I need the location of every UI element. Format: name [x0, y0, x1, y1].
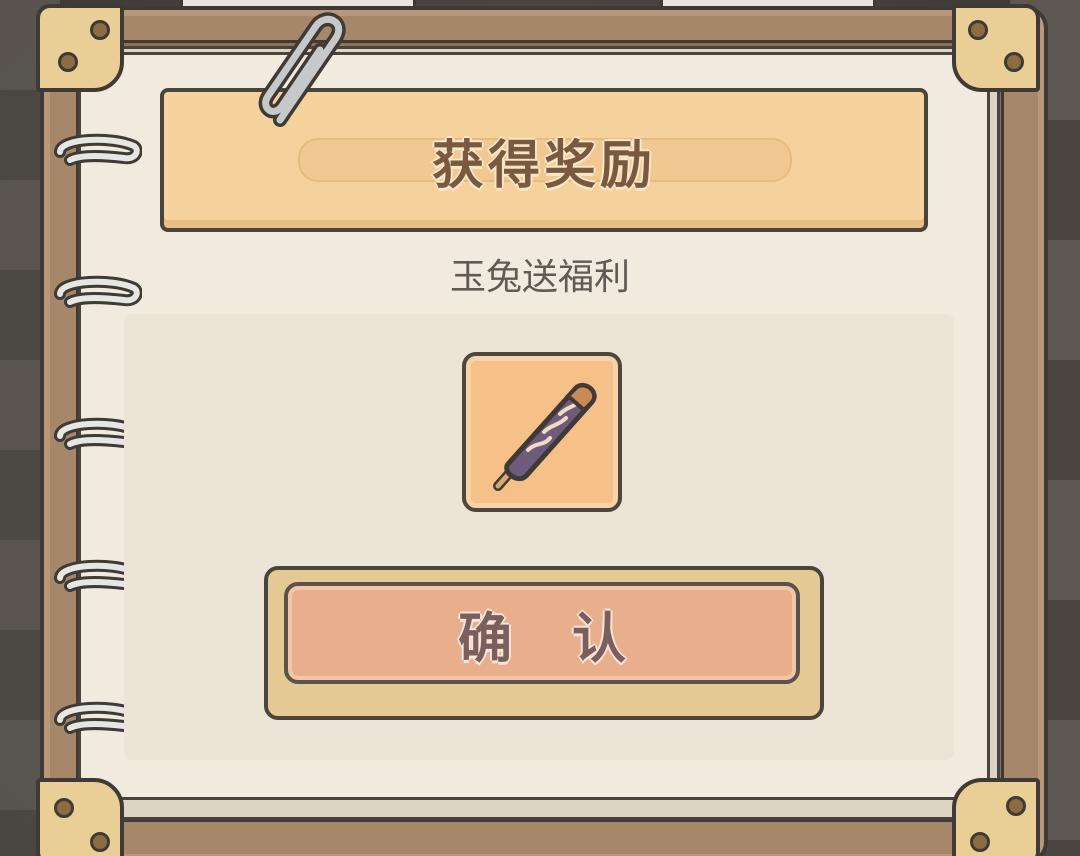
- reward-item-slot[interactable]: [462, 352, 622, 512]
- corner-bracket-icon: [952, 4, 1040, 92]
- bolt-icon: [1006, 796, 1026, 816]
- confirm-button-label: 确认: [458, 606, 686, 670]
- paperclip-icon: [250, 10, 360, 140]
- bolt-icon: [970, 832, 990, 852]
- bolt-icon: [968, 20, 988, 40]
- confirm-button[interactable]: 确认: [284, 582, 800, 684]
- corner-bracket-icon: [36, 4, 124, 92]
- bolt-icon: [58, 52, 78, 72]
- bolt-icon: [1004, 52, 1024, 72]
- binder-ring-icon: [52, 274, 142, 308]
- reward-dialog-scene: 获得奖励 玉兔送福利 确认: [0, 0, 1080, 856]
- bolt-icon: [54, 798, 74, 818]
- bolt-icon: [90, 832, 110, 852]
- popsicle-icon: [493, 382, 597, 491]
- corner-bracket-icon: [36, 778, 124, 856]
- bolt-icon: [90, 20, 110, 40]
- corner-bracket-icon: [952, 778, 1040, 856]
- reward-source-label: 玉兔送福利: [449, 257, 630, 298]
- binder-ring-icon: [52, 132, 142, 166]
